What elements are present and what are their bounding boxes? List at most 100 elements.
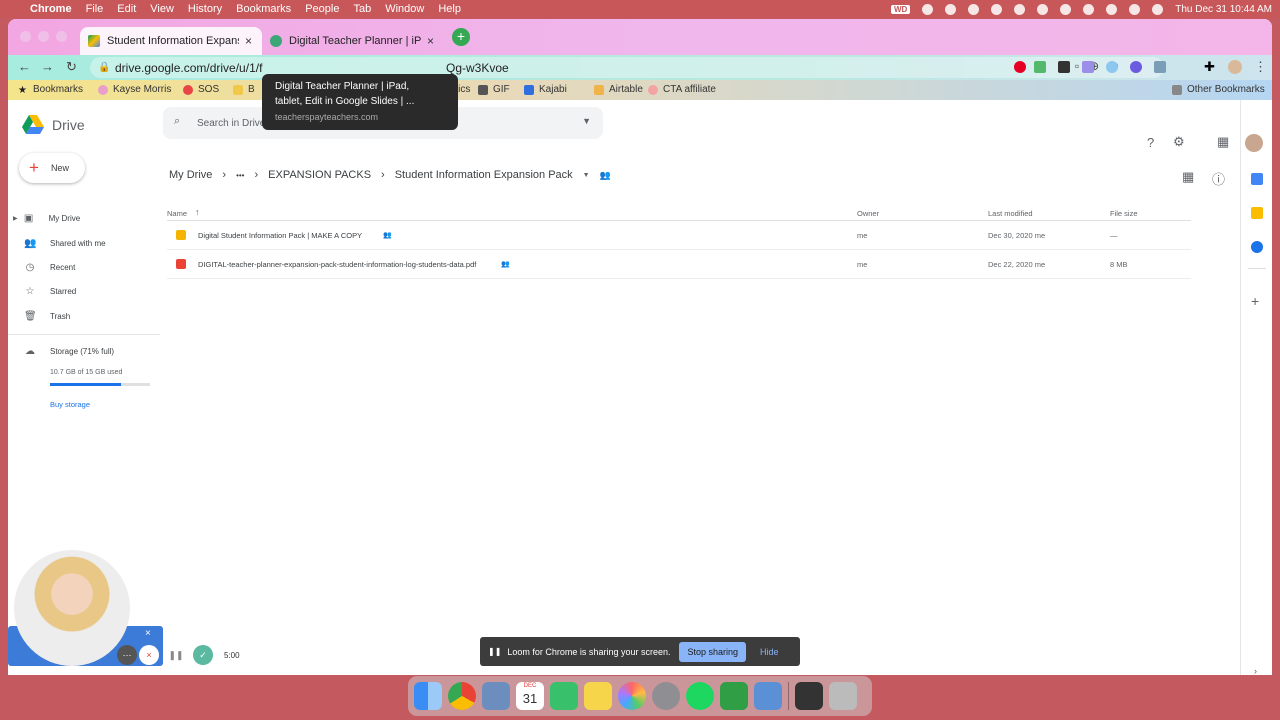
minimize-window-icon[interactable] (38, 31, 49, 42)
file-row[interactable]: DIGITAL-teacher-planner-expansion-pack-s… (167, 250, 1191, 279)
app-icon[interactable] (720, 682, 748, 710)
battery-icon[interactable] (1060, 3, 1072, 15)
buy-storage-link[interactable]: Buy storage (50, 400, 90, 409)
bookmark-item[interactable]: SOS (183, 84, 219, 95)
tab-digital-teacher-planner[interactable]: Digital Teacher Planner | iPad, t × (262, 27, 442, 55)
menu-view[interactable]: View (150, 3, 174, 15)
close-tab-icon[interactable]: × (427, 34, 434, 48)
drive-logo[interactable]: Drive (22, 115, 85, 134)
bookmark-item[interactable]: Kajabi (524, 84, 567, 95)
pinterest-extension-icon[interactable] (1014, 61, 1026, 73)
extension-icon[interactable] (1106, 61, 1118, 73)
sort-arrow-icon[interactable]: ↑ (195, 207, 200, 217)
help-icon[interactable]: ? (1147, 135, 1154, 150)
spotlight-search-icon[interactable] (1129, 3, 1141, 15)
brightness-icon[interactable] (945, 3, 957, 15)
menu-tab[interactable]: Tab (353, 3, 371, 15)
menu-history[interactable]: History (188, 3, 222, 15)
details-info-icon[interactable]: ⓘ (1212, 169, 1225, 188)
time-machine-icon[interactable] (1014, 3, 1026, 15)
nav-my-drive[interactable]: ▶ ▣ My Drive (13, 213, 80, 224)
control-center-icon[interactable] (1152, 3, 1164, 15)
wifi-icon[interactable] (1083, 3, 1095, 15)
column-name[interactable]: Name (167, 209, 187, 218)
file-row[interactable]: Digital Student Information Pack | MAKE … (167, 221, 1191, 250)
hide-button[interactable]: Hide (760, 647, 779, 657)
search-options-icon[interactable]: ▼ (582, 116, 591, 126)
address-bar[interactable]: 🔒 drive.google.com/drive/u/1/f Qg-w3Kvoe… (90, 57, 1164, 78)
sound-icon[interactable] (991, 3, 1003, 15)
cloud-icon[interactable] (968, 3, 980, 15)
menu-help[interactable]: Help (438, 3, 461, 15)
downloads-stack-icon[interactable] (795, 682, 823, 710)
column-owner[interactable]: Owner (857, 209, 879, 218)
bookmark-item[interactable]: GIF (478, 84, 510, 95)
nav-trash[interactable]: 🗑 Trash (24, 311, 70, 322)
zoom-window-icon[interactable] (56, 31, 67, 42)
menu-people[interactable]: People (305, 3, 339, 15)
close-tab-icon[interactable]: × (245, 34, 252, 48)
calendar-icon[interactable]: DEC 31 (516, 682, 544, 710)
expand-icon[interactable]: ▶ (13, 215, 18, 222)
other-bookmarks[interactable]: Other Bookmarks (1172, 84, 1265, 95)
photos-icon[interactable] (618, 682, 646, 710)
nav-starred[interactable]: ☆ Starred (24, 286, 77, 297)
extensions-puzzle-icon[interactable]: ✚ (1204, 59, 1215, 75)
bluetooth-icon[interactable] (1037, 3, 1049, 15)
bookmark-item[interactable]: Airtable (594, 84, 643, 95)
add-addon-icon[interactable]: + (1251, 293, 1259, 309)
shared-folder-icon[interactable]: 👥 (600, 170, 611, 181)
chrome-icon[interactable] (448, 682, 476, 710)
wd-icon[interactable]: WD (890, 4, 911, 14)
preview-icon[interactable] (754, 682, 782, 710)
apps-grid-icon[interactable]: ▦ (1217, 134, 1229, 150)
menu-app-name[interactable]: Chrome (30, 3, 72, 15)
column-last-modified[interactable]: Last modified (988, 209, 1033, 218)
extension-icon[interactable] (1154, 61, 1166, 73)
close-window-icon[interactable] (20, 31, 31, 42)
finder-icon[interactable] (414, 682, 442, 710)
close-webcam-icon[interactable]: × (145, 628, 151, 639)
chrome-menu-icon[interactable]: ⋮ (1254, 59, 1267, 75)
breadcrumb-more[interactable]: ••• (236, 171, 244, 180)
loom-pause-icon[interactable]: ❚❚ (166, 645, 186, 665)
breadcrumb-my-drive[interactable]: My Drive (169, 169, 212, 181)
keynote-icon[interactable] (482, 682, 510, 710)
back-icon[interactable]: ← (18, 59, 31, 74)
system-preferences-icon[interactable] (652, 682, 680, 710)
nav-recent[interactable]: ◷ Recent (24, 262, 76, 273)
new-button[interactable]: + New (19, 153, 85, 183)
nav-storage[interactable]: ☁ Storage (71% full) (24, 346, 114, 357)
new-tab-icon[interactable]: + (452, 28, 470, 46)
tasks-addon-icon[interactable] (1251, 241, 1263, 253)
menu-window[interactable]: Window (385, 3, 424, 15)
extension-icon[interactable] (1130, 61, 1142, 73)
bookmark-item[interactable]: CTA affiliate (648, 84, 716, 95)
loom-finish-icon[interactable]: ✓ (193, 645, 213, 665)
tab-student-information[interactable]: Student Information Expansion × (80, 27, 262, 55)
loom-more-icon[interactable]: ⋯ (117, 645, 137, 665)
spotify-icon[interactable] (686, 682, 714, 710)
nav-shared-with-me[interactable]: 👥 Shared with me (24, 238, 106, 249)
calendar-addon-icon[interactable] (1251, 173, 1263, 185)
reload-icon[interactable]: ↻ (66, 59, 77, 75)
column-file-size[interactable]: File size (1110, 209, 1138, 218)
search-icon[interactable]: ⌕ (174, 115, 180, 128)
expand-panel-icon[interactable]: › (1254, 666, 1257, 675)
user-icon[interactable] (1106, 3, 1118, 15)
webcam-bubble[interactable] (14, 550, 130, 666)
grid-view-icon[interactable]: ▦ (1182, 169, 1194, 185)
stop-sharing-button[interactable]: Stop sharing (679, 641, 747, 662)
creative-cloud-icon[interactable] (922, 3, 934, 15)
menu-edit[interactable]: Edit (117, 3, 136, 15)
trash-can-icon[interactable] (829, 682, 857, 710)
keep-addon-icon[interactable] (1251, 207, 1263, 219)
menu-file[interactable]: File (86, 3, 104, 15)
extension-icon[interactable] (1034, 61, 1046, 73)
notes-icon[interactable] (584, 682, 612, 710)
bookmark-item[interactable]: Kayse Morris (98, 84, 171, 95)
settings-gear-icon[interactable]: ⚙ (1173, 134, 1185, 150)
loom-cancel-icon[interactable]: × (139, 645, 159, 665)
extension-icon[interactable] (1058, 61, 1070, 73)
menubar-clock[interactable]: Thu Dec 31 10:44 AM (1175, 4, 1272, 15)
